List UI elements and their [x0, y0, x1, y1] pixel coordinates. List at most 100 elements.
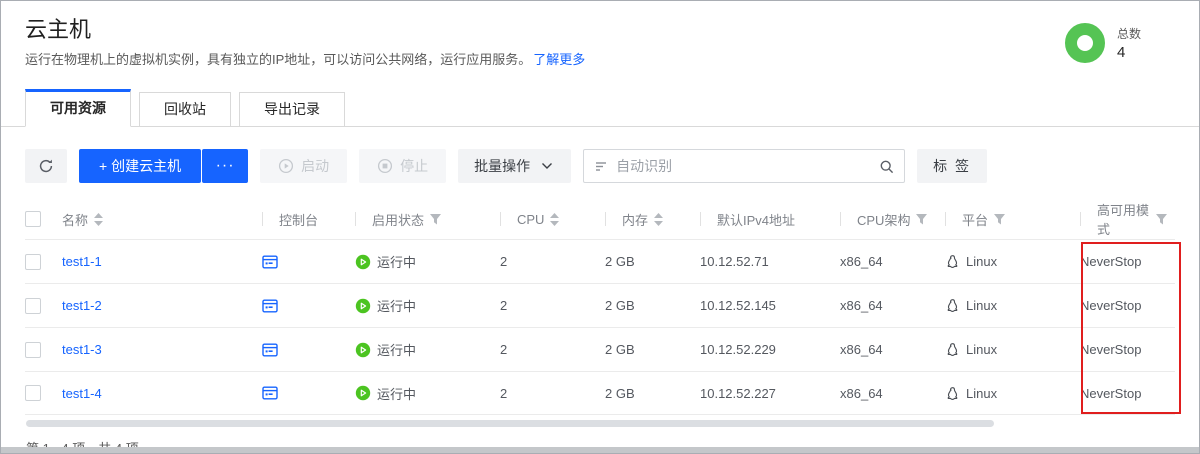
stop-circle-icon: [377, 158, 393, 174]
table-row: test1-1 运行中 2 2 GB 10.12.52.71 x86_64 Li…: [25, 239, 1175, 283]
row-checkbox[interactable]: [25, 342, 41, 358]
tab-bar: 可用资源 回收站 导出记录: [1, 89, 1199, 127]
refresh-icon: [38, 158, 54, 174]
table-row: test1-4 运行中 2 2 GB 10.12.52.227 x86_64 L…: [25, 371, 1175, 415]
column-header-status: 启用状态: [355, 210, 500, 229]
tab-export-records[interactable]: 导出记录: [239, 92, 345, 127]
column-header-ha-mode: 高可用模式: [1080, 200, 1175, 238]
toolbar: + 创建云主机 ··· 启动 停止 批量操作 标 签: [25, 149, 1175, 183]
filter-funnel-icon[interactable]: [1156, 214, 1167, 225]
console-button[interactable]: [262, 342, 278, 358]
tab-available-resources[interactable]: 可用资源: [25, 89, 131, 127]
platform-label: Linux: [966, 254, 997, 269]
search-input[interactable]: [616, 158, 871, 174]
total-summary: 总数 4: [1065, 23, 1141, 63]
memory-cell: 2 GB: [605, 254, 700, 269]
cpu-cell: 2: [500, 254, 605, 269]
learn-more-link[interactable]: 了解更多: [533, 52, 585, 67]
console-icon: [262, 385, 278, 401]
linux-penguin-icon: [945, 298, 960, 313]
platform-label: Linux: [966, 298, 997, 313]
platform-label: Linux: [966, 342, 997, 357]
arch-cell: x86_64: [840, 386, 945, 401]
stop-button-label: 停止: [400, 156, 428, 176]
platform-cell: Linux: [945, 298, 1080, 313]
console-button[interactable]: [262, 385, 278, 401]
linux-penguin-icon: [945, 254, 960, 269]
play-circle-icon: [278, 158, 294, 174]
column-header-platform: 平台: [945, 210, 1080, 229]
vm-name-link[interactable]: test1-1: [62, 254, 102, 269]
status-cell: 运行中: [355, 252, 500, 271]
running-status-icon: [355, 254, 371, 270]
sort-icon[interactable]: [654, 213, 663, 226]
console-button[interactable]: [262, 254, 278, 270]
column-header-cpu: CPU: [500, 212, 605, 227]
page-title: 云主机: [25, 15, 1175, 45]
running-status-icon: [355, 342, 371, 358]
ipv4-cell: 10.12.52.71: [700, 254, 840, 269]
page-description: 运行在物理机上的虚拟机实例，具有独立的IP地址，可以访问公共网络，运行应用服务。…: [25, 51, 1175, 69]
select-all-checkbox[interactable]: [25, 211, 41, 227]
more-actions-button[interactable]: ···: [202, 149, 248, 183]
arch-cell: x86_64: [840, 254, 945, 269]
filter-funnel-icon[interactable]: [994, 214, 1005, 225]
row-checkbox[interactable]: [25, 385, 41, 401]
vm-name-link[interactable]: test1-3: [62, 342, 102, 357]
running-status-icon: [355, 298, 371, 314]
filter-funnel-icon[interactable]: [916, 214, 927, 225]
filter-lines-icon: [594, 159, 608, 174]
column-header-console: 控制台: [262, 210, 355, 229]
row-checkbox[interactable]: [25, 254, 41, 270]
status-label: 运行中: [377, 252, 416, 271]
filter-funnel-icon[interactable]: [430, 214, 441, 225]
ipv4-cell: 10.12.52.227: [700, 386, 840, 401]
console-icon: [262, 342, 278, 358]
sort-icon[interactable]: [94, 213, 103, 226]
console-icon: [262, 254, 278, 270]
cpu-cell: 2: [500, 298, 605, 313]
status-cell: 运行中: [355, 384, 500, 403]
chevron-down-icon: [539, 158, 555, 174]
window-bottom-edge: [1, 447, 1199, 453]
memory-cell: 2 GB: [605, 298, 700, 313]
status-cell: 运行中: [355, 340, 500, 359]
platform-cell: Linux: [945, 342, 1080, 357]
column-header-ipv4: 默认IPv4地址: [700, 210, 840, 229]
horizontal-scrollbar-thumb[interactable]: [26, 420, 994, 427]
refresh-button[interactable]: [25, 149, 67, 183]
column-header-name: 名称: [62, 210, 262, 229]
table-body: test1-1 运行中 2 2 GB 10.12.52.71 x86_64 Li…: [25, 239, 1175, 415]
platform-cell: Linux: [945, 254, 1080, 269]
column-header-memory: 内存: [605, 210, 700, 229]
donut-chart: [1065, 23, 1105, 63]
vm-table: 名称 控制台 启用状态 CPU 内存 默认IPv4地址 CPU架: [25, 199, 1175, 415]
start-button[interactable]: 启动: [260, 149, 347, 183]
create-vm-button[interactable]: + 创建云主机: [79, 149, 201, 183]
console-button[interactable]: [262, 298, 278, 314]
arch-cell: x86_64: [840, 342, 945, 357]
status-label: 运行中: [377, 340, 416, 359]
status-label: 运行中: [377, 384, 416, 403]
stop-button[interactable]: 停止: [359, 149, 446, 183]
platform-label: Linux: [966, 386, 997, 401]
page-header: 云主机 运行在物理机上的虚拟机实例，具有独立的IP地址，可以访问公共网络，运行应…: [1, 1, 1199, 69]
tag-button[interactable]: 标 签: [917, 149, 987, 183]
search-icon[interactable]: [879, 159, 894, 174]
table-row: test1-2 运行中 2 2 GB 10.12.52.145 x86_64 L…: [25, 283, 1175, 327]
create-button-group: + 创建云主机 ···: [79, 149, 248, 183]
ipv4-cell: 10.12.52.229: [700, 342, 840, 357]
vm-name-link[interactable]: test1-4: [62, 386, 102, 401]
row-checkbox[interactable]: [25, 298, 41, 314]
vm-name-link[interactable]: test1-2: [62, 298, 102, 313]
linux-penguin-icon: [945, 386, 960, 401]
tab-recycle-bin[interactable]: 回收站: [139, 92, 231, 127]
memory-cell: 2 GB: [605, 386, 700, 401]
batch-actions-dropdown[interactable]: 批量操作: [458, 149, 571, 183]
sort-icon[interactable]: [550, 213, 559, 226]
ha-mode-cell: NeverStop: [1080, 342, 1175, 357]
running-status-icon: [355, 385, 371, 401]
ha-mode-cell: NeverStop: [1080, 386, 1175, 401]
column-header-arch: CPU架构: [840, 210, 945, 229]
total-label: 总数: [1117, 25, 1141, 42]
